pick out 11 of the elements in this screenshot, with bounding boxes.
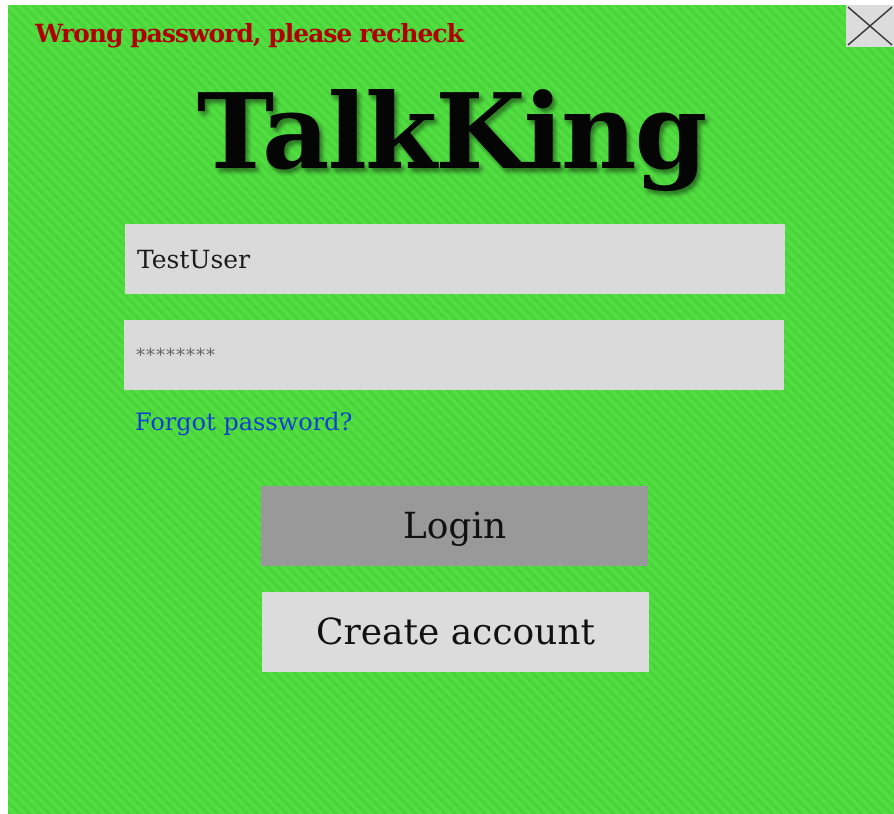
error-message: Wrong password, please recheck	[35, 19, 463, 49]
field-value: ********	[136, 344, 216, 366]
close-icon	[846, 5, 894, 47]
password-field[interactable]: ********	[124, 320, 784, 390]
app-title: TalkKing	[196, 69, 706, 195]
close-button[interactable]	[846, 5, 894, 47]
forgot-password-link[interactable]: Forgot password?	[135, 407, 352, 437]
create-account-button[interactable]: Create account	[262, 592, 649, 672]
username-field[interactable]: TestUser	[125, 224, 785, 294]
login-button[interactable]: Login	[261, 486, 648, 566]
field-value: TestUser	[137, 244, 250, 274]
